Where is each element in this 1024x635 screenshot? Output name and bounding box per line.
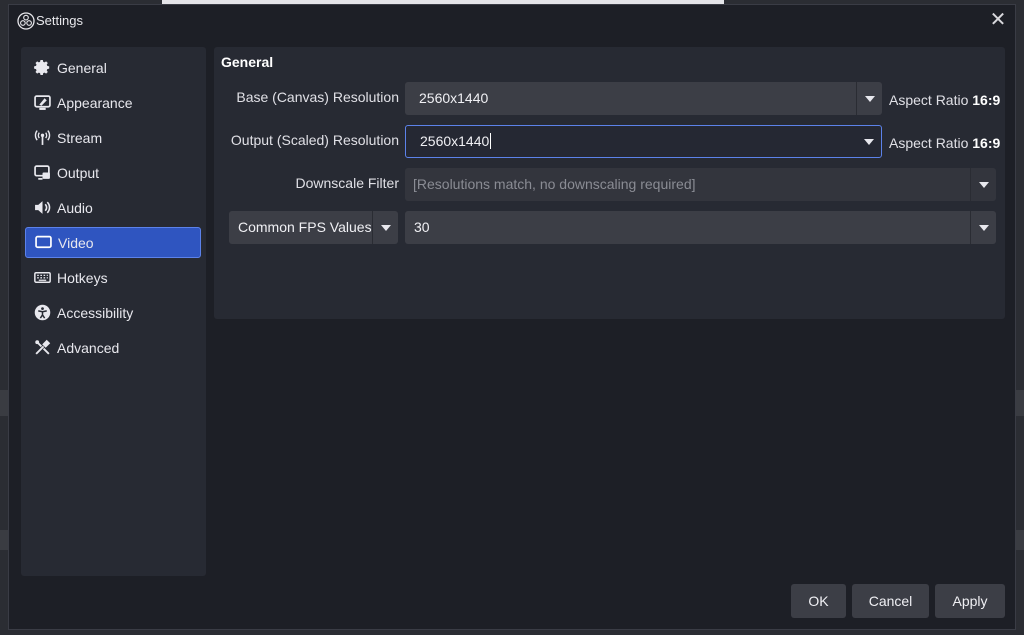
chevron-down-icon bbox=[970, 168, 996, 201]
aspect-ratio-value: 16:9 bbox=[972, 135, 1001, 151]
downscale-filter-value: [Resolutions match, no downscaling requi… bbox=[413, 176, 696, 192]
output-resolution-combo[interactable]: 2560x1440 bbox=[405, 125, 882, 158]
settings-window: Settings ✕ General Appearance Stream Out… bbox=[8, 4, 1016, 630]
downscale-filter-label: Downscale Filter bbox=[295, 175, 399, 191]
fps-type-value: Common FPS Values bbox=[238, 219, 372, 235]
base-aspect-ratio: Aspect Ratio 16:9 bbox=[889, 92, 1000, 108]
base-resolution-combo[interactable]: 2560x1440 bbox=[405, 82, 882, 115]
antenna-icon bbox=[33, 129, 51, 147]
downscale-filter-combo: [Resolutions match, no downscaling requi… bbox=[405, 168, 996, 201]
sidebar-item-video[interactable]: Video bbox=[25, 227, 201, 258]
ok-button[interactable]: OK bbox=[791, 584, 846, 618]
monitor-icon bbox=[34, 234, 52, 252]
close-icon: ✕ bbox=[989, 9, 1007, 31]
background-app-strip bbox=[1016, 530, 1024, 550]
sidebar-item-general[interactable]: General bbox=[25, 52, 201, 83]
title-bar: Settings ✕ bbox=[9, 5, 1015, 37]
output-resolution-label: Output (Scaled) Resolution bbox=[230, 132, 399, 148]
window-title: Settings bbox=[36, 13, 83, 28]
video-settings-panel: General Base (Canvas) Resolution 2560x14… bbox=[214, 47, 1005, 319]
aspect-ratio-value: 16:9 bbox=[972, 92, 1001, 108]
output-resolution-value: 2560x1440 bbox=[420, 133, 490, 149]
chevron-down-icon[interactable] bbox=[856, 126, 881, 157]
chevron-down-icon[interactable] bbox=[372, 211, 398, 244]
aspect-ratio-label: Aspect Ratio bbox=[889, 92, 969, 108]
sidebar-item-appearance[interactable]: Appearance bbox=[25, 87, 201, 118]
section-title: General bbox=[221, 54, 274, 70]
aspect-ratio-label: Aspect Ratio bbox=[889, 135, 969, 151]
sidebar-item-label: Advanced bbox=[57, 339, 120, 356]
accessibility-icon bbox=[33, 304, 51, 322]
keyboard-icon bbox=[33, 269, 51, 287]
close-button[interactable]: ✕ bbox=[987, 10, 1009, 32]
speaker-icon bbox=[33, 199, 51, 217]
settings-sidebar: General Appearance Stream Output Audio V… bbox=[21, 47, 206, 576]
chevron-down-icon[interactable] bbox=[970, 211, 996, 244]
apply-button[interactable]: Apply bbox=[935, 584, 1005, 618]
sidebar-item-label: Stream bbox=[57, 129, 103, 146]
gear-icon bbox=[33, 59, 51, 77]
obs-logo-icon bbox=[17, 12, 35, 30]
sidebar-item-hotkeys[interactable]: Hotkeys bbox=[25, 262, 201, 293]
tools-icon bbox=[33, 339, 51, 357]
output-icon bbox=[33, 164, 51, 182]
background-app-strip bbox=[0, 530, 8, 550]
background-app-strip bbox=[0, 390, 8, 416]
sidebar-item-label: Output bbox=[57, 164, 100, 181]
sidebar-item-stream[interactable]: Stream bbox=[25, 122, 201, 153]
sidebar-item-accessibility[interactable]: Accessibility bbox=[25, 297, 201, 328]
cancel-button[interactable]: Cancel bbox=[852, 584, 929, 618]
fps-value-combo[interactable]: 30 bbox=[405, 211, 996, 244]
base-resolution-label: Base (Canvas) Resolution bbox=[236, 89, 399, 105]
background-app-strip bbox=[1016, 390, 1024, 416]
output-resolution-input[interactable]: 2560x1440 bbox=[420, 133, 492, 149]
fps-value: 30 bbox=[414, 219, 430, 235]
sidebar-item-label: Appearance bbox=[57, 94, 133, 111]
sidebar-item-output[interactable]: Output bbox=[25, 157, 201, 188]
appearance-icon bbox=[33, 94, 51, 112]
sidebar-item-label: General bbox=[57, 59, 107, 76]
sidebar-item-label: Hotkeys bbox=[57, 269, 108, 286]
text-cursor bbox=[490, 133, 492, 149]
chevron-down-icon[interactable] bbox=[856, 82, 882, 115]
sidebar-item-label: Accessibility bbox=[57, 304, 134, 321]
sidebar-item-advanced[interactable]: Advanced bbox=[25, 332, 201, 363]
sidebar-item-audio[interactable]: Audio bbox=[25, 192, 201, 223]
base-resolution-value: 2560x1440 bbox=[419, 90, 489, 106]
sidebar-item-label: Audio bbox=[57, 199, 93, 216]
output-aspect-ratio: Aspect Ratio 16:9 bbox=[889, 135, 1000, 151]
sidebar-item-label: Video bbox=[58, 234, 94, 251]
fps-type-combo[interactable]: Common FPS Values bbox=[229, 211, 398, 244]
